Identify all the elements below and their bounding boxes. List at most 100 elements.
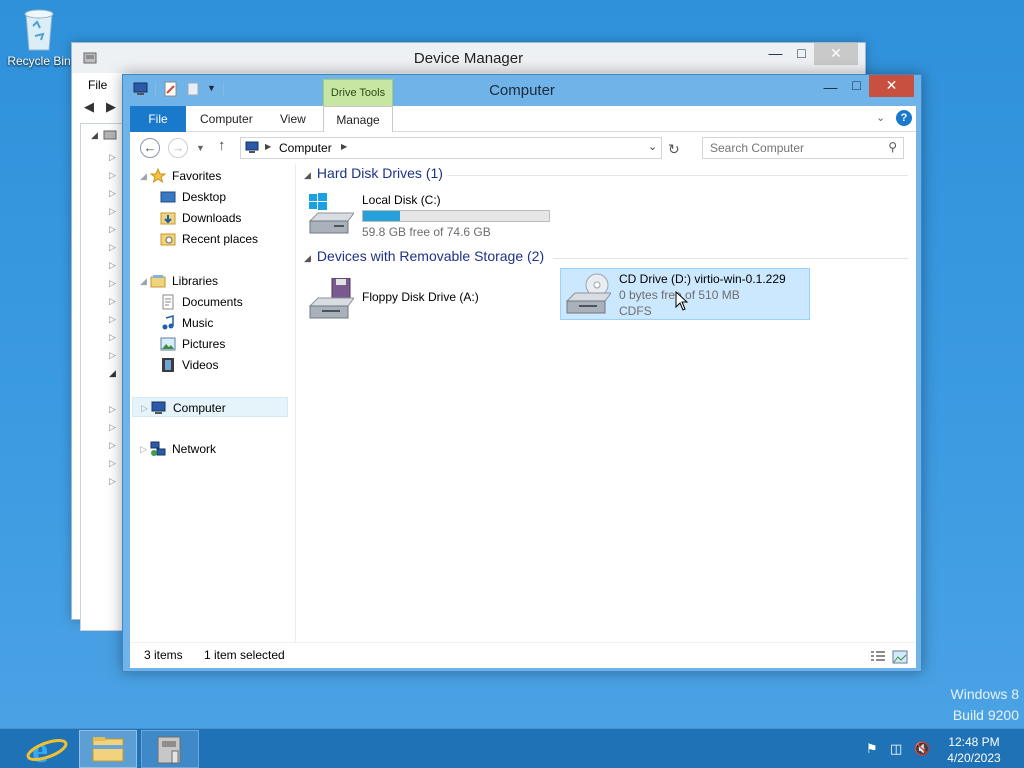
drive-d-filesystem: CDFS <box>619 304 652 318</box>
tree-expand-icon[interactable]: ▷ <box>109 350 116 361</box>
tree-expand-icon[interactable]: ▷ <box>109 206 116 217</box>
recycle-bin[interactable]: Recycle Bin <box>4 4 74 76</box>
status-bar: 3 items 1 item selected <box>130 642 916 668</box>
nav-music[interactable]: Music <box>130 313 288 333</box>
device-manager-minimize-button[interactable]: — <box>762 43 789 65</box>
search-box[interactable]: ⚲ <box>702 137 904 159</box>
tree-expand-icon[interactable]: ▷ <box>109 296 116 307</box>
search-input[interactable] <box>710 138 880 158</box>
volume-muted-icon[interactable]: 🔇 <box>914 741 930 757</box>
breadcrumb-chevron-icon[interactable]: ▶ <box>265 142 271 151</box>
tree-expand-icon[interactable]: ▷ <box>109 152 116 163</box>
explorer-window[interactable]: ▼ Drive Tools Computer — □ ✕ File Comput… <box>122 74 922 672</box>
nav-network[interactable]: ▷ Network <box>130 439 288 459</box>
tree-expand-icon[interactable]: ▷ <box>109 224 116 235</box>
recycle-bin-icon <box>21 6 57 52</box>
content-view[interactable]: ◢ Hard Disk Drives (1) Local Disk (C:) 5… <box>298 164 916 642</box>
tab-view[interactable]: View <box>268 106 318 132</box>
computer-expander-icon[interactable]: ▷ <box>141 398 148 418</box>
explorer-titlebar[interactable]: ▼ Drive Tools Computer — □ ✕ <box>123 75 921 107</box>
expand-ribbon-chevron-icon[interactable]: ⌄ <box>876 111 885 124</box>
nav-downloads[interactable]: Downloads <box>130 208 288 228</box>
back-button[interactable]: ← <box>140 138 160 158</box>
tree-collapse-icon[interactable]: ◢ <box>109 368 116 379</box>
group-removable-storage[interactable]: ◢ Devices with Removable Storage (2) <box>304 248 544 264</box>
network-expander-icon[interactable]: ▷ <box>140 439 147 459</box>
device-manager-menu-file[interactable]: File <box>80 75 115 95</box>
group-collapse-icon[interactable]: ◢ <box>304 170 311 180</box>
large-icons-view-icon[interactable] <box>892 648 908 672</box>
clock-date: 4/20/2023 <box>947 751 1001 765</box>
back-arrow-icon[interactable]: ◀ <box>84 99 94 115</box>
refresh-icon[interactable]: ↻ <box>668 142 680 156</box>
internet-explorer-icon[interactable]: e <box>18 730 76 768</box>
nav-videos[interactable]: Videos <box>130 355 288 375</box>
taskbar-clock[interactable]: 12:48 PM 4/20/2023 <box>936 734 1012 766</box>
tree-expand-icon[interactable]: ▷ <box>109 188 116 199</box>
star-icon <box>149 167 167 184</box>
nav-pictures[interactable]: Pictures <box>130 334 288 354</box>
recent-locations-dropdown-icon[interactable]: ▼ <box>196 143 205 153</box>
nav-recent-places[interactable]: Recent places <box>130 229 288 249</box>
taskbar-device-manager-button[interactable] <box>141 730 199 768</box>
help-icon[interactable]: ? <box>896 110 912 126</box>
tree-collapse-icon[interactable]: ◢ <box>91 130 98 141</box>
tree-expand-icon[interactable]: ▷ <box>109 404 116 415</box>
address-history-chevron-icon[interactable]: ⌄ <box>648 140 657 153</box>
tree-expand-icon[interactable]: ▷ <box>109 476 116 487</box>
details-view-icon[interactable] <box>870 648 886 672</box>
tree-expand-icon[interactable]: ▷ <box>109 170 116 181</box>
explorer-maximize-button[interactable]: □ <box>843 75 870 97</box>
tree-expand-icon[interactable]: ▷ <box>109 260 116 271</box>
nav-desktop[interactable]: Desktop <box>130 187 288 207</box>
breadcrumb-computer[interactable]: Computer <box>279 141 332 155</box>
drive-local-disk-c[interactable]: Local Disk (C:) 59.8 GB free of 74.6 GB <box>304 189 554 241</box>
device-tree[interactable]: ◢ ▷ ▷ ▷ ▷ ▷ ▷ ▷ ▷ ▷ ▷ ▷ ▷ ◢ ▷ ▷ ▷ ▷ ▷ <box>80 123 126 631</box>
drive-floppy-a[interactable]: Floppy Disk Drive (A:) <box>304 274 554 326</box>
nav-favorites[interactable]: Favorites <box>130 166 288 186</box>
device-manager-titlebar[interactable]: Device Manager — □ ✕ <box>72 43 865 73</box>
breadcrumb-chevron-icon[interactable]: ▶ <box>341 142 347 151</box>
forward-arrow-icon[interactable]: ▶ <box>106 99 116 115</box>
tree-expand-icon[interactable]: ▷ <box>109 278 116 289</box>
search-icon[interactable]: ⚲ <box>888 140 897 154</box>
pictures-icon <box>160 336 176 352</box>
tab-file[interactable]: File <box>130 106 186 132</box>
tab-manage[interactable]: Manage <box>323 106 393 133</box>
downloads-folder-icon <box>160 210 176 226</box>
group-hard-disk-drives[interactable]: ◢ Hard Disk Drives (1) <box>304 165 443 181</box>
cd-drive-icon <box>565 273 612 317</box>
status-selection: 1 item selected <box>204 648 285 662</box>
action-center-flag-icon[interactable]: ⚑ <box>866 741 878 757</box>
address-bar[interactable]: ▶ Computer ▶ ⌄ <box>240 137 662 159</box>
nav-pictures-label: Pictures <box>182 337 226 351</box>
desktop-folder-icon <box>160 189 176 205</box>
ribbon-tabs: File Computer View Manage ⌄ ? <box>130 106 916 133</box>
taskbar-file-explorer-button[interactable] <box>79 730 137 768</box>
tree-expand-icon[interactable]: ▷ <box>109 440 116 451</box>
desktop: Recycle Bin Device Manager — □ ✕ File ◀ … <box>0 0 1024 728</box>
group-collapse-icon[interactable]: ◢ <box>304 253 311 263</box>
drive-cd-d-selected[interactable]: CD Drive (D:) virtio-win-0.1.229 0 bytes… <box>560 268 810 320</box>
navigation-pane[interactable]: ◢ Favorites Desktop Downloads Recent pla… <box>130 164 296 642</box>
explorer-close-button[interactable]: ✕ <box>869 75 914 97</box>
tree-expand-icon[interactable]: ▷ <box>109 242 116 253</box>
nav-libraries[interactable]: Libraries <box>130 271 288 291</box>
tree-expand-icon[interactable]: ▷ <box>109 314 116 325</box>
device-manager-maximize-button[interactable]: □ <box>788 43 815 65</box>
watermark-build: Build 9200 <box>952 707 1019 723</box>
up-button[interactable]: ↑ <box>218 137 226 154</box>
tree-expand-icon[interactable]: ▷ <box>109 422 116 433</box>
explorer-minimize-button[interactable]: — <box>817 77 844 99</box>
network-disconnected-icon[interactable]: ◫ <box>890 741 902 757</box>
nav-recent-places-label: Recent places <box>182 232 259 246</box>
taskbar: e ⚑ ◫ 🔇 12:48 PM 4/20/2023 <box>0 728 1024 768</box>
tree-expand-icon[interactable]: ▷ <box>109 458 116 469</box>
nav-computer[interactable]: ▷ Computer <box>132 397 288 417</box>
tab-computer[interactable]: Computer <box>188 106 265 132</box>
device-manager-close-button[interactable]: ✕ <box>814 43 858 65</box>
forward-button[interactable]: → <box>168 138 188 158</box>
tree-expand-icon[interactable]: ▷ <box>109 332 116 343</box>
nav-documents[interactable]: Documents <box>130 292 288 312</box>
navigation-bar: ← → ▼ ↑ ▶ Computer ▶ ⌄ ↻ ⚲ <box>130 132 916 164</box>
